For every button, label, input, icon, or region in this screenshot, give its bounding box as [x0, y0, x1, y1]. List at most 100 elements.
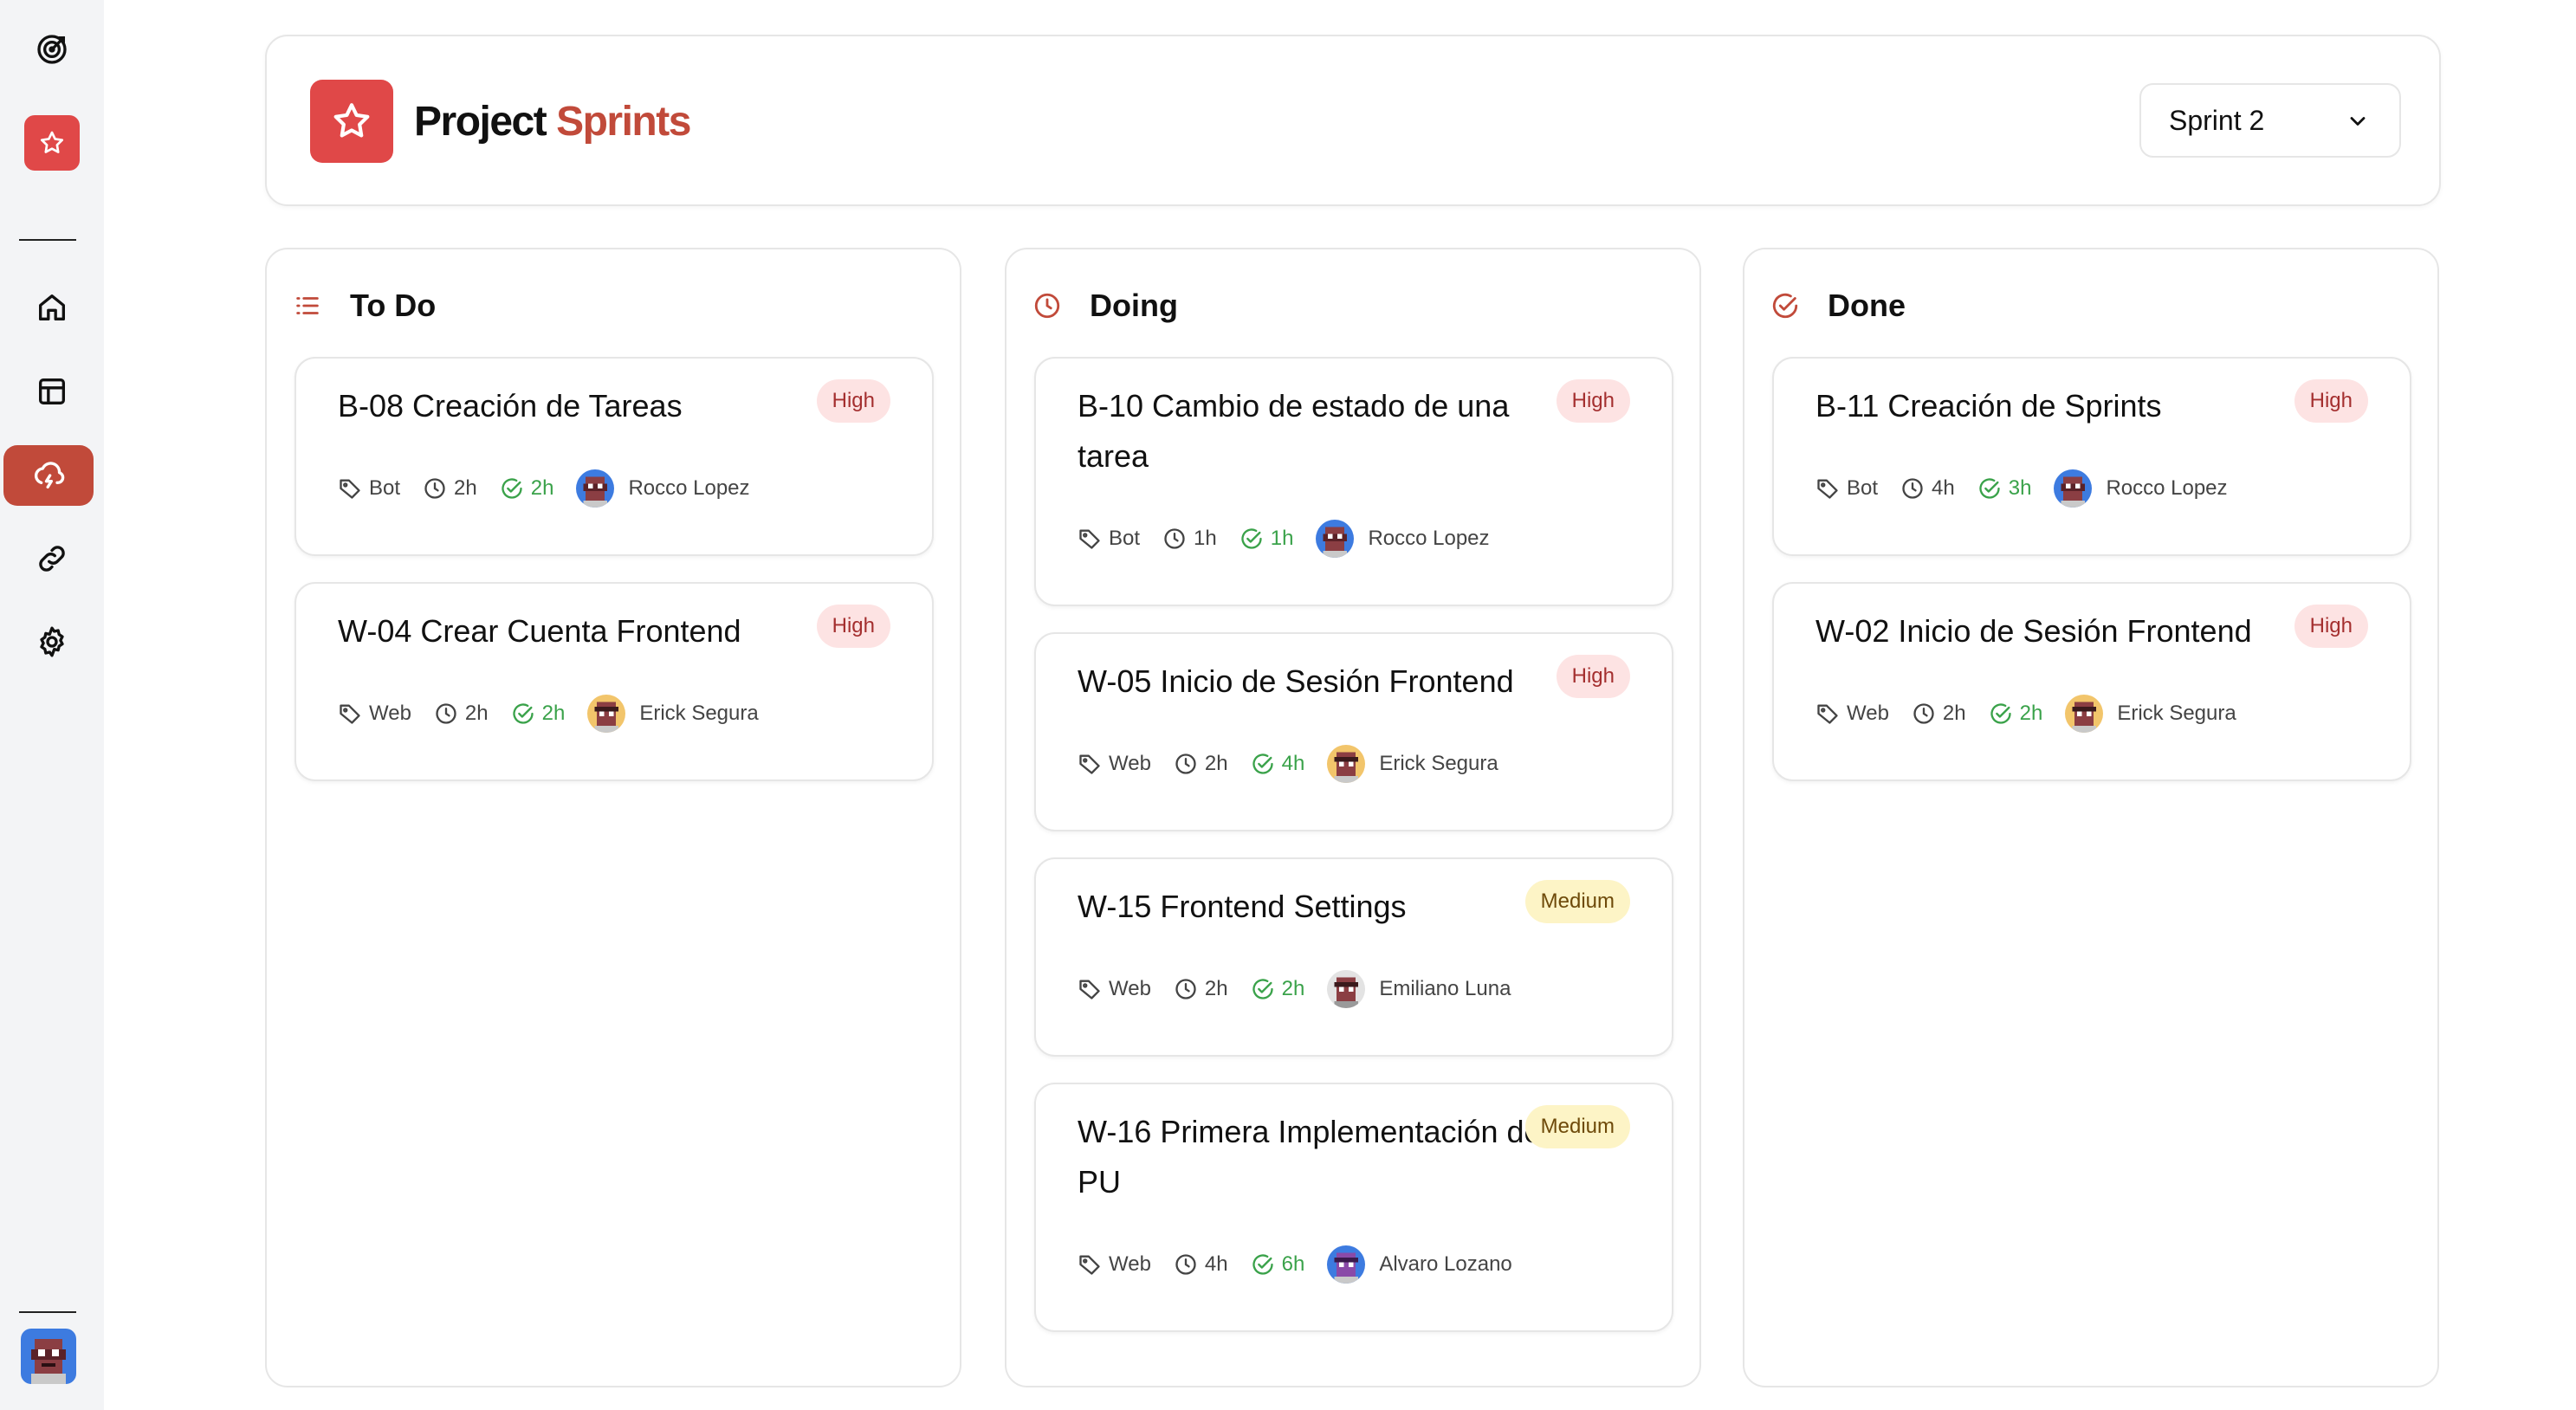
task-card[interactable]: W-04 Crear Cuenta Frontend High Web 2h 2… — [294, 582, 934, 781]
tag-icon — [1079, 980, 1100, 999]
priority-badge: High — [2294, 379, 2368, 423]
task-estimate: 2h — [1912, 702, 1966, 726]
task-tag: Bot — [1078, 527, 1140, 551]
project-shortcut-button[interactable] — [0, 113, 104, 173]
sidebar-item-settings[interactable] — [0, 611, 104, 672]
sidebar-item-table[interactable] — [0, 361, 104, 422]
check-circle-icon — [502, 478, 522, 499]
check-circle-icon — [513, 703, 534, 724]
avatar — [1327, 1245, 1366, 1284]
user-avatar[interactable] — [21, 1329, 76, 1384]
clock-icon — [1913, 703, 1934, 724]
priority-badge: High — [2294, 605, 2368, 648]
priority-badge: High — [1556, 379, 1630, 423]
column-title: To Do — [350, 288, 437, 323]
chevron-down-icon — [2350, 117, 2366, 126]
priority-badge: High — [1556, 655, 1630, 698]
sidebar — [0, 0, 104, 1410]
task-actual: 4h — [1251, 752, 1304, 776]
task-actual: 1h — [1239, 527, 1293, 551]
clock-icon — [424, 478, 445, 499]
task-card[interactable]: B-11 Creación de Sprints High Bot 4h 3h … — [1772, 357, 2411, 556]
sprint-dropdown-value: Sprint 2 — [2169, 104, 2265, 136]
task-meta: Bot 2h 2h Rocco Lopez — [338, 469, 750, 508]
column-header: To Do — [293, 284, 436, 327]
column-done: Done B-11 Creación de Sprints High Bot 4… — [1743, 248, 2439, 1387]
avatar — [2065, 695, 2104, 733]
task-title: B-10 Cambio de estado de una tarea — [1078, 388, 1510, 474]
column-header: Done — [1770, 284, 1906, 327]
check-circle-icon — [1979, 478, 2000, 499]
clock-icon — [1175, 754, 1196, 774]
check-circle-icon — [1252, 979, 1273, 999]
priority-badge: Medium — [1524, 880, 1630, 923]
page-title-accent: Sprints — [556, 99, 691, 145]
assignee-name: Erick Segura — [1379, 752, 1498, 775]
tag-icon — [1079, 754, 1100, 774]
priority-badge: High — [816, 605, 890, 648]
priority-badge: Medium — [1524, 1105, 1630, 1148]
task-meta: Bot 1h 1h Rocco Lopez — [1078, 520, 1490, 558]
task-meta: Web 2h 2h Erick Segura — [1815, 695, 2236, 733]
avatar — [576, 469, 615, 508]
task-title: B-08 Creación de Tareas — [338, 388, 683, 424]
sprint-dropdown[interactable]: Sprint 2 — [2139, 83, 2401, 158]
check-circle-icon — [1252, 754, 1273, 774]
star-icon — [310, 80, 393, 163]
avatar — [1327, 970, 1366, 1008]
assignee-name: Emiliano Luna — [1379, 977, 1511, 1000]
task-card[interactable]: W-02 Inicio de Sesión Frontend High Web … — [1772, 582, 2411, 781]
sidebar-item-home[interactable] — [0, 277, 104, 338]
gear-icon — [40, 626, 64, 657]
sidebar-divider — [19, 239, 76, 241]
task-actual: 2h — [511, 702, 565, 726]
star-icon — [24, 115, 80, 171]
task-tag: Web — [1815, 702, 1889, 726]
home-icon — [39, 294, 66, 320]
column-doing: Doing B-10 Cambio de estado de una tarea… — [1005, 248, 1701, 1387]
task-estimate: 4h — [1174, 1252, 1228, 1277]
task-card[interactable]: W-16 Primera Implementación de PU Medium… — [1034, 1083, 1673, 1332]
page-title-main: Project — [414, 99, 547, 145]
assignee-name: Erick Segura — [639, 702, 759, 725]
task-tag: Web — [1078, 1252, 1151, 1277]
task-card[interactable]: B-10 Cambio de estado de una tarea High … — [1034, 357, 1673, 606]
avatar — [1316, 520, 1355, 558]
tag-icon — [1079, 529, 1100, 549]
task-card[interactable]: B-08 Creación de Tareas High Bot 2h 2h R… — [294, 357, 934, 556]
task-actual: 3h — [1977, 476, 2031, 501]
list-icon — [296, 297, 319, 314]
tag-icon — [1817, 704, 1838, 724]
task-meta: Web 2h 2h Emiliano Luna — [1078, 970, 1511, 1008]
tag-icon — [1817, 479, 1838, 499]
task-meta: Web 2h 4h Erick Segura — [1078, 745, 1498, 783]
task-title: W-05 Inicio de Sesión Frontend — [1078, 663, 1514, 699]
avatar — [2054, 469, 2093, 508]
target-icon[interactable] — [0, 19, 104, 80]
assignee-name: Rocco Lopez — [628, 476, 750, 500]
task-actual: 6h — [1251, 1252, 1304, 1277]
assignee-name: Rocco Lopez — [1368, 527, 1490, 550]
task-estimate: 2h — [423, 476, 477, 501]
check-circle-icon — [1241, 528, 1262, 549]
sidebar-item-sprints[interactable] — [3, 445, 94, 506]
table-icon — [39, 378, 65, 404]
column-header: Doing — [1032, 284, 1178, 327]
task-tag: Web — [338, 702, 411, 726]
clock-icon — [436, 703, 456, 724]
tag-icon — [340, 704, 360, 724]
task-tag: Web — [1078, 977, 1151, 1001]
tag-icon — [340, 479, 360, 499]
task-meta: Web 2h 2h Erick Segura — [338, 695, 759, 733]
clock-icon — [1175, 979, 1196, 999]
sidebar-item-links[interactable] — [0, 528, 104, 589]
task-tag: Web — [1078, 752, 1151, 776]
task-card[interactable]: W-05 Inicio de Sesión Frontend High Web … — [1034, 632, 1673, 831]
avatar — [1327, 745, 1366, 783]
task-title: W-16 Primera Implementación de PU — [1078, 1114, 1542, 1200]
check-circle-icon — [1990, 703, 2011, 724]
task-card[interactable]: W-15 Frontend Settings Medium Web 2h 2h … — [1034, 857, 1673, 1057]
task-actual: 2h — [1251, 977, 1304, 1001]
priority-badge: High — [816, 379, 890, 423]
task-estimate: 2h — [1174, 977, 1228, 1001]
